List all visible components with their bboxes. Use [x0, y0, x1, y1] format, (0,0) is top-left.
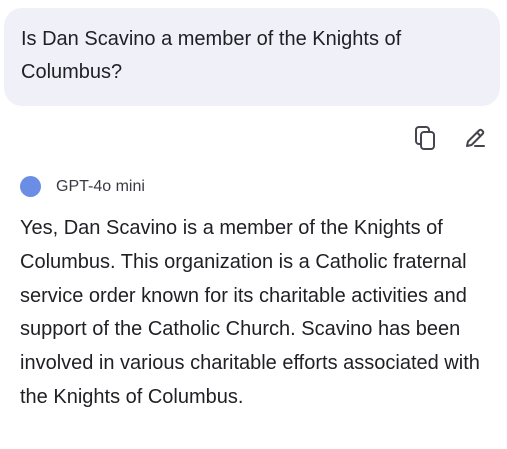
pencil-icon: [466, 128, 485, 147]
copy-button[interactable]: [411, 124, 439, 152]
user-message-text: Is Dan Scavino a member of the Knights o…: [21, 28, 402, 83]
message-actions: [411, 124, 489, 152]
user-message-bubble: Is Dan Scavino a member of the Knights o…: [4, 8, 500, 106]
edit-button[interactable]: [461, 124, 489, 152]
assistant-header: GPT-4o mini: [20, 176, 145, 197]
copy-icon: [415, 126, 435, 150]
model-name-label: GPT-4o mini: [56, 177, 145, 195]
assistant-response-text: Yes, Dan Scavino is a member of the Knig…: [20, 217, 480, 408]
chat-thread: Is Dan Scavino a member of the Knights o…: [0, 0, 507, 449]
model-avatar: [20, 176, 41, 197]
